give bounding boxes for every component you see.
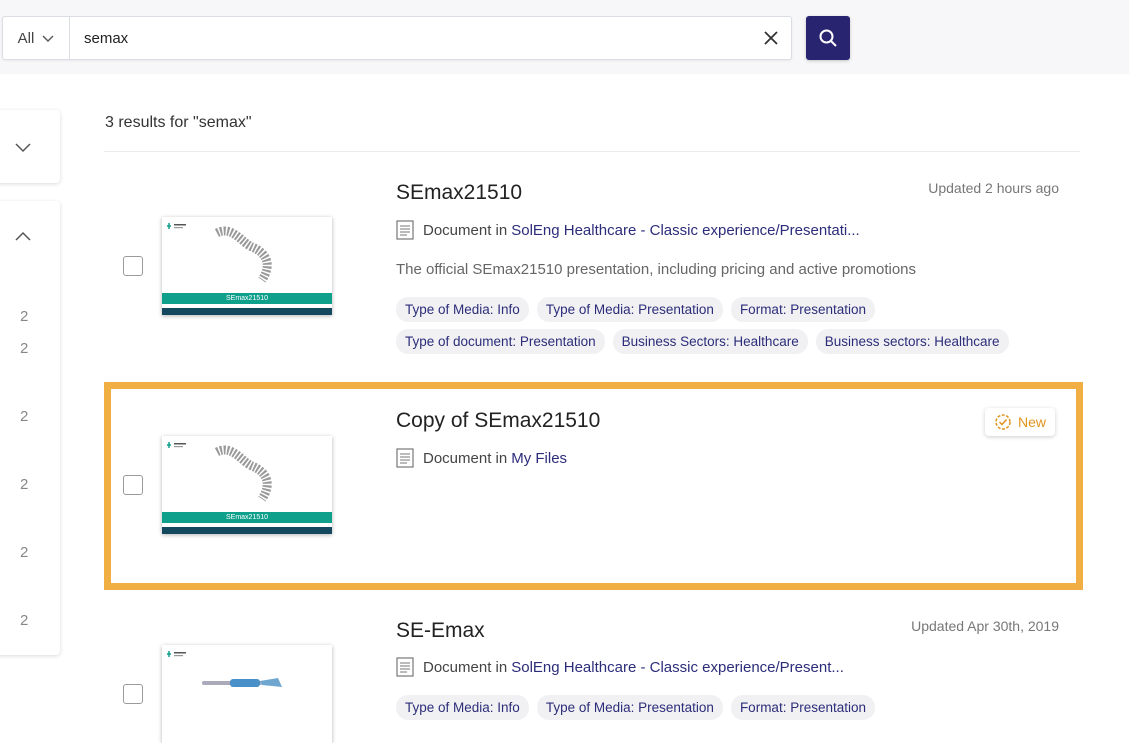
brand-logo-icon [167,442,186,448]
facet-count: 2 [20,544,29,561]
brand-logo-icon [167,651,186,657]
close-icon [764,31,778,45]
result-thumbnail[interactable]: SEmax21510 [162,217,332,315]
updated-time: Updated 2 hours ago [928,180,1059,196]
search-input[interactable] [70,17,751,59]
tag[interactable]: Type of Media: Info [396,297,529,322]
results-count: 3 results for "semax" [105,114,252,131]
chevron-down-icon[interactable] [14,138,32,156]
scope-label: All [17,29,35,47]
facet-count: 2 [20,612,29,629]
result-title[interactable]: SE-Emax [396,619,485,643]
thumb-footer [162,308,332,315]
result-title[interactable]: SEmax21510 [396,181,522,205]
result-item: SE-Emax Updated Apr 30th, 2019 Document … [104,605,1083,743]
search-button[interactable] [806,16,850,60]
brand-logo-icon [167,223,186,229]
result-item-highlighted: SEmax21510 Copy of SEmax21510 New Docume… [104,382,1083,590]
document-icon [396,657,414,677]
result-description: The official SEmax21510 presentation, in… [396,261,917,278]
tag[interactable]: Business Sectors: Healthcare [612,329,808,354]
type-prefix: Document in [423,449,508,467]
clear-search-button[interactable] [751,17,791,59]
tag-row: Type of Media: Info Type of Media: Prese… [396,297,875,322]
tag[interactable]: Business sectors: Healthcare [815,329,1009,354]
result-item: SEmax21510 SEmax21510 Updated 2 hours ag… [104,165,1083,370]
type-prefix: Document in [423,221,508,239]
result-thumbnail[interactable] [162,645,332,743]
result-location: Document in My Files [396,448,567,468]
divider [104,151,1080,152]
device-image [202,678,282,687]
new-badge: New [984,408,1055,436]
type-prefix: Document in [423,658,508,676]
facet-collapsed [0,110,60,183]
badge-label: New [1017,414,1046,430]
search-box: All [2,16,792,60]
location-link[interactable]: My Files [511,450,567,467]
tag[interactable]: Type of document: Presentation [396,329,605,354]
document-icon [396,220,414,240]
new-badge-icon [995,414,1011,430]
chevron-up-icon[interactable] [14,228,32,246]
stent-image [214,445,272,502]
result-location: Document in SolEng Healthcare - Classic … [396,657,844,677]
result-location: Document in SolEng Healthcare - Classic … [396,220,860,240]
location-link[interactable]: SolEng Healthcare - Classic experience/P… [511,659,844,676]
result-thumbnail[interactable]: SEmax21510 [162,436,332,534]
result-checkbox[interactable] [123,256,143,276]
facet-count: 2 [20,408,29,425]
scope-dropdown[interactable]: All [3,17,70,59]
search-icon [819,29,837,47]
tag[interactable]: Format: Presentation [730,297,875,322]
result-title[interactable]: Copy of SEmax21510 [396,409,600,433]
thumb-footer [162,527,332,534]
thumb-caption: SEmax21510 [162,293,332,304]
chevron-down-icon [42,35,54,42]
location-link[interactable]: SolEng Healthcare - Classic experience/P… [511,222,860,239]
stent-image [214,226,272,283]
facet-count: 2 [20,476,29,493]
updated-time: Updated Apr 30th, 2019 [911,618,1059,634]
tag[interactable]: Type of Media: Presentation [536,297,723,322]
document-icon [396,448,414,468]
search-toolbar: All [0,0,1129,74]
facet-count: 2 [20,308,29,325]
thumb-caption: SEmax21510 [162,512,332,523]
result-checkbox[interactable] [123,684,143,704]
result-checkbox[interactable] [123,475,143,495]
tag-row: Type of document: Presentation Business … [396,329,1009,354]
facet-expanded: 2 2 2 2 2 2 [0,201,60,655]
facet-count: 2 [20,340,29,357]
